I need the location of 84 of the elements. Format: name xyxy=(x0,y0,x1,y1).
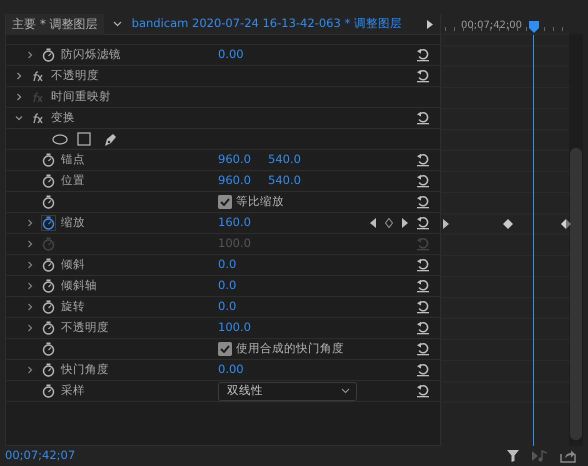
checkbox-label: 使用合成的快门角度 xyxy=(236,340,344,358)
chevron-down-icon xyxy=(341,388,350,394)
property-label: 缩放 xyxy=(60,214,86,232)
expand-chevron-icon[interactable] xyxy=(26,282,34,290)
value-field[interactable]: 0.0 xyxy=(218,298,268,316)
reset-icon[interactable] xyxy=(416,48,430,62)
reset-icon[interactable] xyxy=(416,111,430,125)
stopwatch-icon[interactable] xyxy=(42,384,54,398)
property-label: 快门角度 xyxy=(60,361,110,378)
reset-icon[interactable] xyxy=(416,153,430,167)
property-label: 倾斜 xyxy=(60,256,86,274)
pen-tool-icon[interactable] xyxy=(102,132,118,146)
filter-icon[interactable] xyxy=(506,449,520,463)
value-field[interactable]: 540.0 xyxy=(268,172,318,190)
current-timecode: 00;07;42;07 xyxy=(5,447,76,464)
property-label: 位置 xyxy=(60,172,86,190)
value-field[interactable]: 960.0 xyxy=(218,151,268,169)
property-label: 采样 xyxy=(60,382,86,400)
effect-label: 不透明度 xyxy=(51,67,99,84)
value-field[interactable]: 960.0 xyxy=(218,172,268,190)
collapse-chevron-icon[interactable] xyxy=(15,114,23,122)
timecode: 00;07;42;00 xyxy=(461,19,522,33)
stopwatch-icon[interactable] xyxy=(42,300,54,314)
rectangle-mask-icon[interactable] xyxy=(77,132,91,146)
previous-keyframe-icon[interactable] xyxy=(370,218,376,228)
clip-title[interactable]: bandicam 2020-07-24 16-13-42-063 * 调整图层 xyxy=(132,15,402,33)
value-field[interactable]: 100.0 xyxy=(218,319,268,337)
reset-icon[interactable] xyxy=(416,384,430,398)
reset-icon[interactable] xyxy=(416,69,430,83)
value-field[interactable]: 160.0 xyxy=(218,214,268,232)
add-keyframe-icon[interactable] xyxy=(385,218,393,228)
property-label: 倾斜轴 xyxy=(60,277,98,294)
dropdown[interactable]: 双线性 xyxy=(218,382,357,400)
stopwatch-icon[interactable] xyxy=(42,195,54,209)
expand-chevron-icon[interactable] xyxy=(26,366,34,374)
stopwatch-icon[interactable] xyxy=(42,258,54,272)
property-label: 不透明度 xyxy=(60,319,110,336)
source-tab[interactable]: 主要 * 调整图层 xyxy=(6,14,104,34)
next-keyframe-icon[interactable] xyxy=(402,218,408,228)
reset-icon[interactable] xyxy=(416,216,430,230)
expand-chevron-icon[interactable] xyxy=(15,93,23,101)
value-field[interactable]: 0.00 xyxy=(218,46,268,64)
ellipse-mask-icon[interactable] xyxy=(52,134,68,144)
stopwatch-icon[interactable] xyxy=(42,48,54,62)
checkbox-label: 等比缩放 xyxy=(236,193,284,210)
playhead-handle[interactable] xyxy=(529,21,539,33)
value-field[interactable]: 540.0 xyxy=(268,151,318,169)
reset-icon[interactable] xyxy=(416,363,430,377)
value-field[interactable]: 0.00 xyxy=(218,361,268,379)
play-icon[interactable] xyxy=(427,20,433,28)
expand-chevron-icon[interactable] xyxy=(26,219,34,227)
keyframe-arrow-icon xyxy=(443,219,449,229)
value-field[interactable]: 0.0 xyxy=(218,256,268,274)
property-label: 锚点 xyxy=(60,151,86,168)
stopwatch-icon[interactable] xyxy=(42,216,54,230)
effect-label: 时间重映射 xyxy=(51,88,111,106)
effect-label: 变换 xyxy=(51,109,75,126)
stopwatch-icon[interactable] xyxy=(42,321,54,335)
expand-chevron-icon[interactable] xyxy=(26,51,34,59)
dropdown-chevron-icon[interactable] xyxy=(113,21,122,27)
stopwatch-icon[interactable] xyxy=(42,279,54,293)
keyframe-icon[interactable] xyxy=(503,219,513,229)
checkbox[interactable] xyxy=(218,195,232,209)
expand-chevron-icon[interactable] xyxy=(26,324,34,332)
reset-icon[interactable] xyxy=(416,321,430,335)
stopwatch-icon[interactable] xyxy=(42,363,54,377)
scrollbar-thumb[interactable] xyxy=(570,148,582,440)
expand-chevron-icon[interactable] xyxy=(15,72,23,80)
export-icon[interactable] xyxy=(560,449,576,463)
reset-icon[interactable] xyxy=(416,195,430,209)
stopwatch-icon[interactable] xyxy=(42,174,54,188)
stopwatch-icon[interactable] xyxy=(42,342,54,356)
property-label: 旋转 xyxy=(60,298,86,316)
expand-chevron-icon[interactable] xyxy=(26,261,34,269)
reset-icon[interactable] xyxy=(416,300,430,314)
checkbox[interactable] xyxy=(218,342,232,356)
expand-chevron-icon[interactable] xyxy=(26,303,34,311)
reset-icon[interactable] xyxy=(416,279,430,293)
reset-icon[interactable] xyxy=(416,174,430,188)
value-field[interactable]: 0.0 xyxy=(218,277,268,295)
stopwatch-icon[interactable] xyxy=(42,153,54,167)
property-label: 防闪烁滤镜 xyxy=(60,46,122,64)
reset-icon[interactable] xyxy=(416,342,430,356)
reset-icon[interactable] xyxy=(416,258,430,272)
